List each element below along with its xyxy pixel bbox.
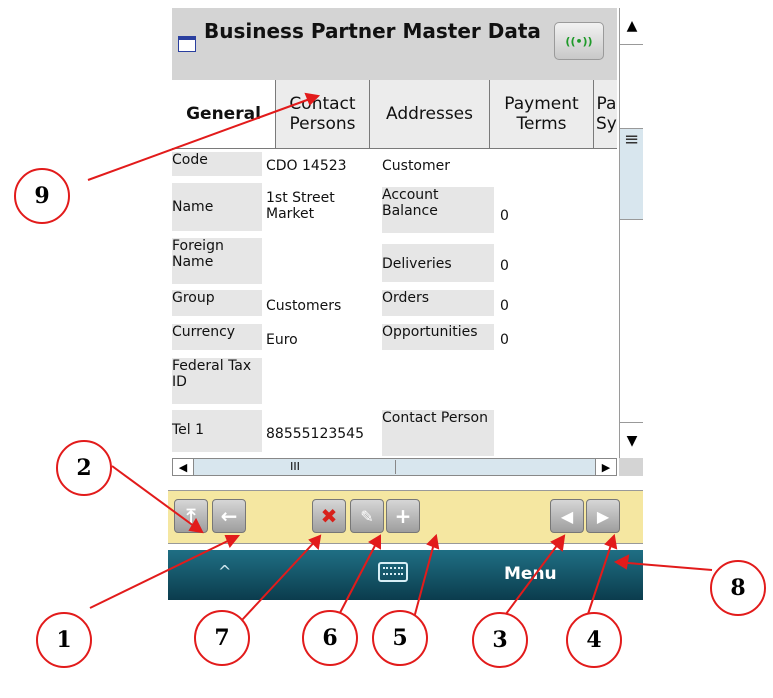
callout-7: 7 [194,610,250,666]
callout-3: 3 [472,612,528,668]
callout-4: 4 [566,612,622,668]
callout-8: 8 [710,560,766,616]
callout-arrows [87,92,713,633]
callout-6: 6 [302,610,358,666]
callout-5: 5 [372,610,428,666]
callout-1: 1 [36,612,92,668]
callout-9: 9 [14,168,70,224]
callout-2: 2 [56,440,112,496]
